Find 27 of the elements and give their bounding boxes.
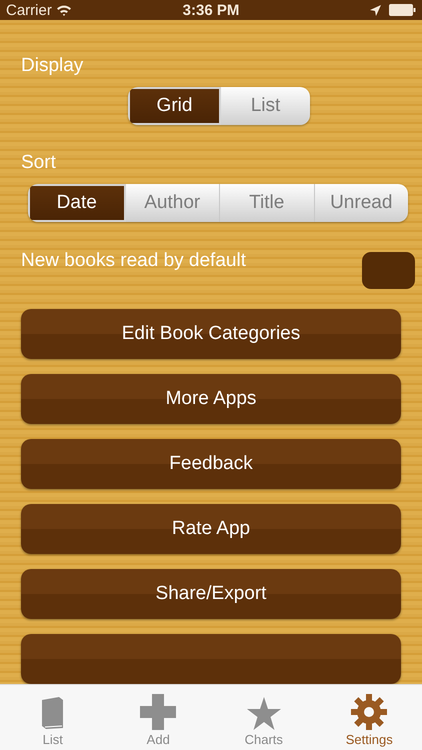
- carrier-label: Carrier: [6, 2, 52, 18]
- tab-item[interactable]: Add: [118, 685, 198, 750]
- segment-option[interactable]: Unread: [314, 184, 408, 222]
- settings-icon: [351, 694, 388, 730]
- star-icon: [246, 697, 281, 730]
- menu-button[interactable]: More Apps: [21, 374, 401, 424]
- menu-button[interactable]: Share/Export: [21, 569, 401, 619]
- tab-item[interactable]: Settings: [329, 685, 410, 750]
- menu-button[interactable]: Feedback: [21, 439, 401, 489]
- setting-label: New books read by default: [21, 250, 246, 272]
- wifi-icon: [56, 4, 72, 16]
- toggle-switch[interactable]: [362, 252, 415, 289]
- section-label: Sort: [21, 152, 57, 174]
- tab-item[interactable]: Charts: [224, 685, 304, 750]
- clock-label: 3:36 PM: [182, 2, 240, 18]
- tab-item[interactable]: List: [12, 685, 93, 750]
- menu-button[interactable]: Rate App: [21, 504, 401, 554]
- plus-icon: [140, 694, 176, 730]
- segment-option[interactable]: Author: [126, 184, 220, 222]
- segment-option[interactable]: List: [221, 87, 310, 125]
- segment-option[interactable]: Grid: [128, 87, 221, 125]
- location-arrow-icon: [370, 4, 381, 16]
- segment-option[interactable]: Title: [220, 184, 314, 222]
- battery-icon: [389, 4, 416, 16]
- menu-button[interactable]: Edit Book Categories: [21, 309, 401, 359]
- segment-option[interactable]: Date: [28, 184, 126, 222]
- section-label: Display: [21, 55, 84, 77]
